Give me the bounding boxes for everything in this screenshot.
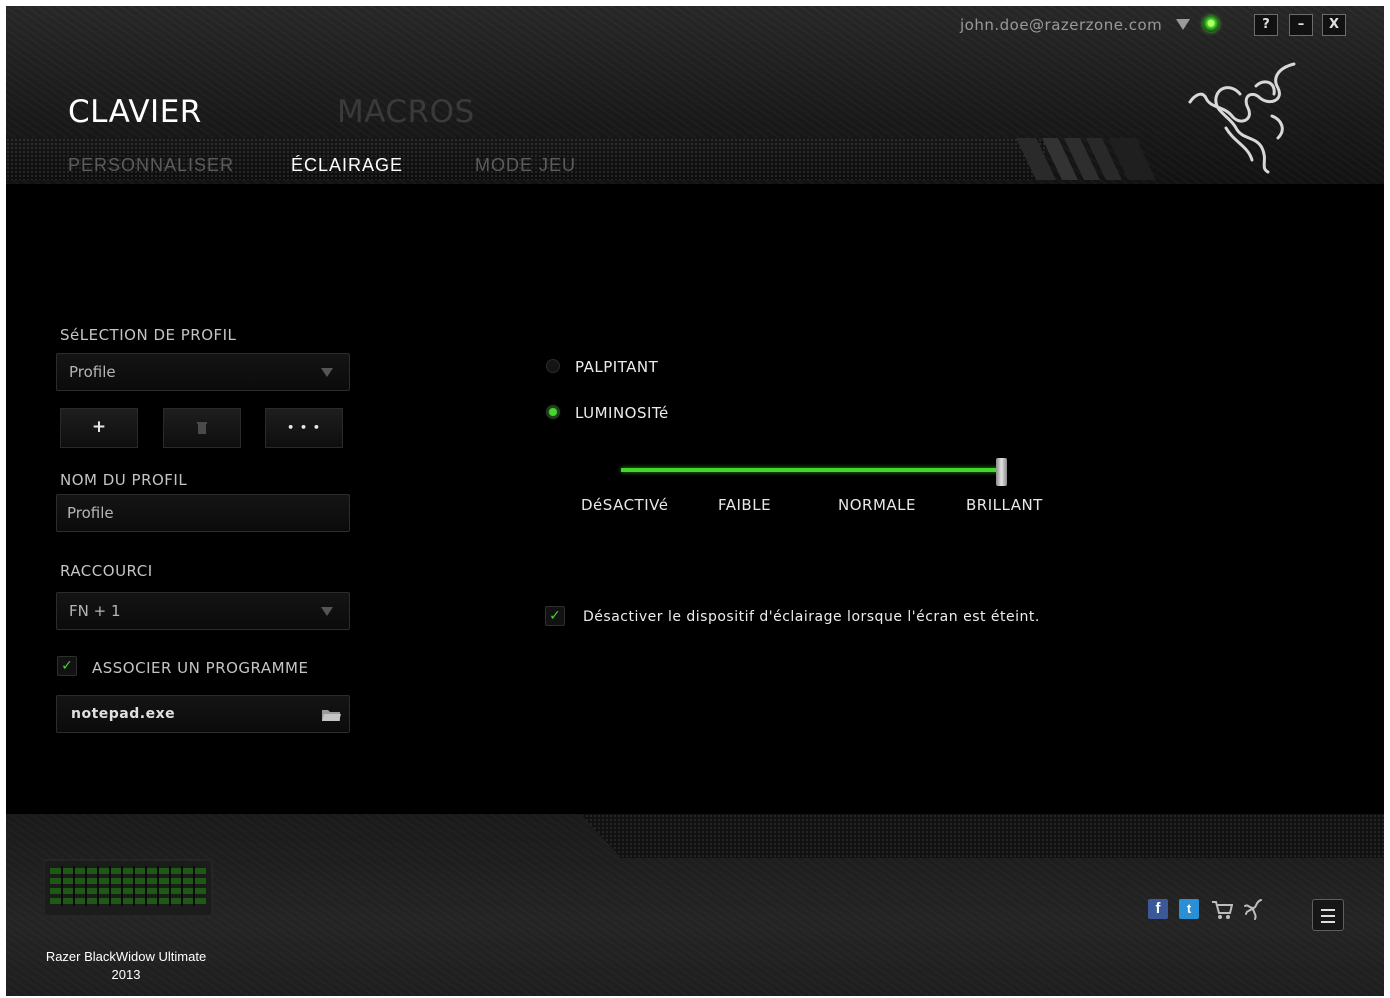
header-stripes bbox=[1016, 138, 1156, 180]
level-bright-label: BRILLANT bbox=[966, 496, 1043, 514]
razer-icon[interactable] bbox=[1243, 898, 1265, 920]
link-program-label: ASSOCIER UN PROGRAMME bbox=[92, 659, 309, 677]
shortcut-value: FN + 1 bbox=[69, 602, 121, 620]
shortcut-select[interactable]: FN + 1 bbox=[56, 592, 350, 630]
pulsating-label: PALPITANT bbox=[575, 358, 659, 376]
razer-logo-icon bbox=[1188, 62, 1296, 174]
add-profile-button[interactable]: + bbox=[60, 408, 138, 448]
level-normal-label: NORMALE bbox=[838, 496, 916, 514]
close-button[interactable]: X bbox=[1322, 14, 1346, 36]
device-name-line1: Razer BlackWidow Ultimate bbox=[45, 949, 207, 964]
profile-selection-label: SéLECTION DE PROFIL bbox=[60, 326, 237, 344]
folder-icon[interactable] bbox=[321, 708, 341, 722]
program-path-input[interactable]: notepad.exe bbox=[56, 695, 350, 733]
brightness-slider-handle[interactable] bbox=[996, 458, 1007, 486]
minimize-button[interactable]: – bbox=[1289, 14, 1313, 36]
cart-icon[interactable] bbox=[1211, 900, 1233, 920]
keyboard-image bbox=[44, 859, 213, 917]
online-status-icon bbox=[1203, 16, 1219, 32]
shortcut-label: RACCOURCI bbox=[60, 562, 153, 580]
brightness-label: LUMINOSITé bbox=[575, 404, 669, 422]
help-button[interactable]: ? bbox=[1254, 14, 1278, 36]
link-program-checkbox[interactable]: ✓ bbox=[57, 656, 77, 676]
level-off-label: DéSACTIVé bbox=[581, 496, 669, 514]
device-name: Razer BlackWidow Ultimate 2013 bbox=[26, 948, 226, 984]
tab-mode-jeu[interactable]: MODE JEU bbox=[475, 155, 576, 176]
menu-icon-line bbox=[1321, 915, 1335, 917]
profile-select-value: Profile bbox=[69, 363, 116, 381]
brightness-slider-track[interactable] bbox=[621, 468, 1003, 472]
account-email[interactable]: john.doe@razerzone.com bbox=[960, 16, 1162, 34]
facebook-icon[interactable]: f bbox=[1148, 899, 1168, 919]
tab-personnaliser[interactable]: PERSONNALISER bbox=[68, 155, 234, 176]
chevron-down-icon bbox=[321, 607, 333, 616]
more-options-button[interactable]: • • • bbox=[265, 408, 343, 448]
header: CLAVIER MACROS PERSONNALISER ÉCLAIRAGE M… bbox=[6, 6, 1384, 184]
screen-off-checkbox[interactable]: ✓ bbox=[545, 606, 565, 626]
twitter-icon[interactable]: t bbox=[1179, 899, 1199, 919]
level-low-label: FAIBLE bbox=[718, 496, 772, 514]
menu-icon-line bbox=[1321, 909, 1335, 911]
account-dropdown-icon[interactable] bbox=[1176, 19, 1190, 30]
tab-clavier[interactable]: CLAVIER bbox=[68, 94, 202, 130]
synapse-window: CLAVIER MACROS PERSONNALISER ÉCLAIRAGE M… bbox=[6, 6, 1384, 996]
tab-eclairage[interactable]: ÉCLAIRAGE bbox=[291, 155, 403, 176]
tab-macros[interactable]: MACROS bbox=[337, 94, 475, 130]
program-path-value: notepad.exe bbox=[71, 706, 176, 722]
menu-icon-line bbox=[1321, 921, 1335, 923]
footer-strip bbox=[581, 814, 1384, 858]
brightness-radio[interactable] bbox=[546, 405, 560, 419]
menu-button[interactable] bbox=[1312, 899, 1344, 931]
pulsating-radio[interactable] bbox=[546, 359, 560, 373]
chevron-down-icon bbox=[321, 368, 333, 377]
profile-name-input[interactable]: Profile bbox=[56, 494, 350, 532]
profile-select[interactable]: Profile bbox=[56, 353, 350, 391]
profile-name-label: NOM DU PROFIL bbox=[60, 471, 188, 489]
screen-off-label: Désactiver le dispositif d'éclairage lor… bbox=[583, 609, 1040, 625]
delete-profile-button[interactable] bbox=[163, 408, 241, 448]
trash-icon bbox=[197, 422, 207, 434]
device-name-line2: 2013 bbox=[111, 967, 141, 982]
